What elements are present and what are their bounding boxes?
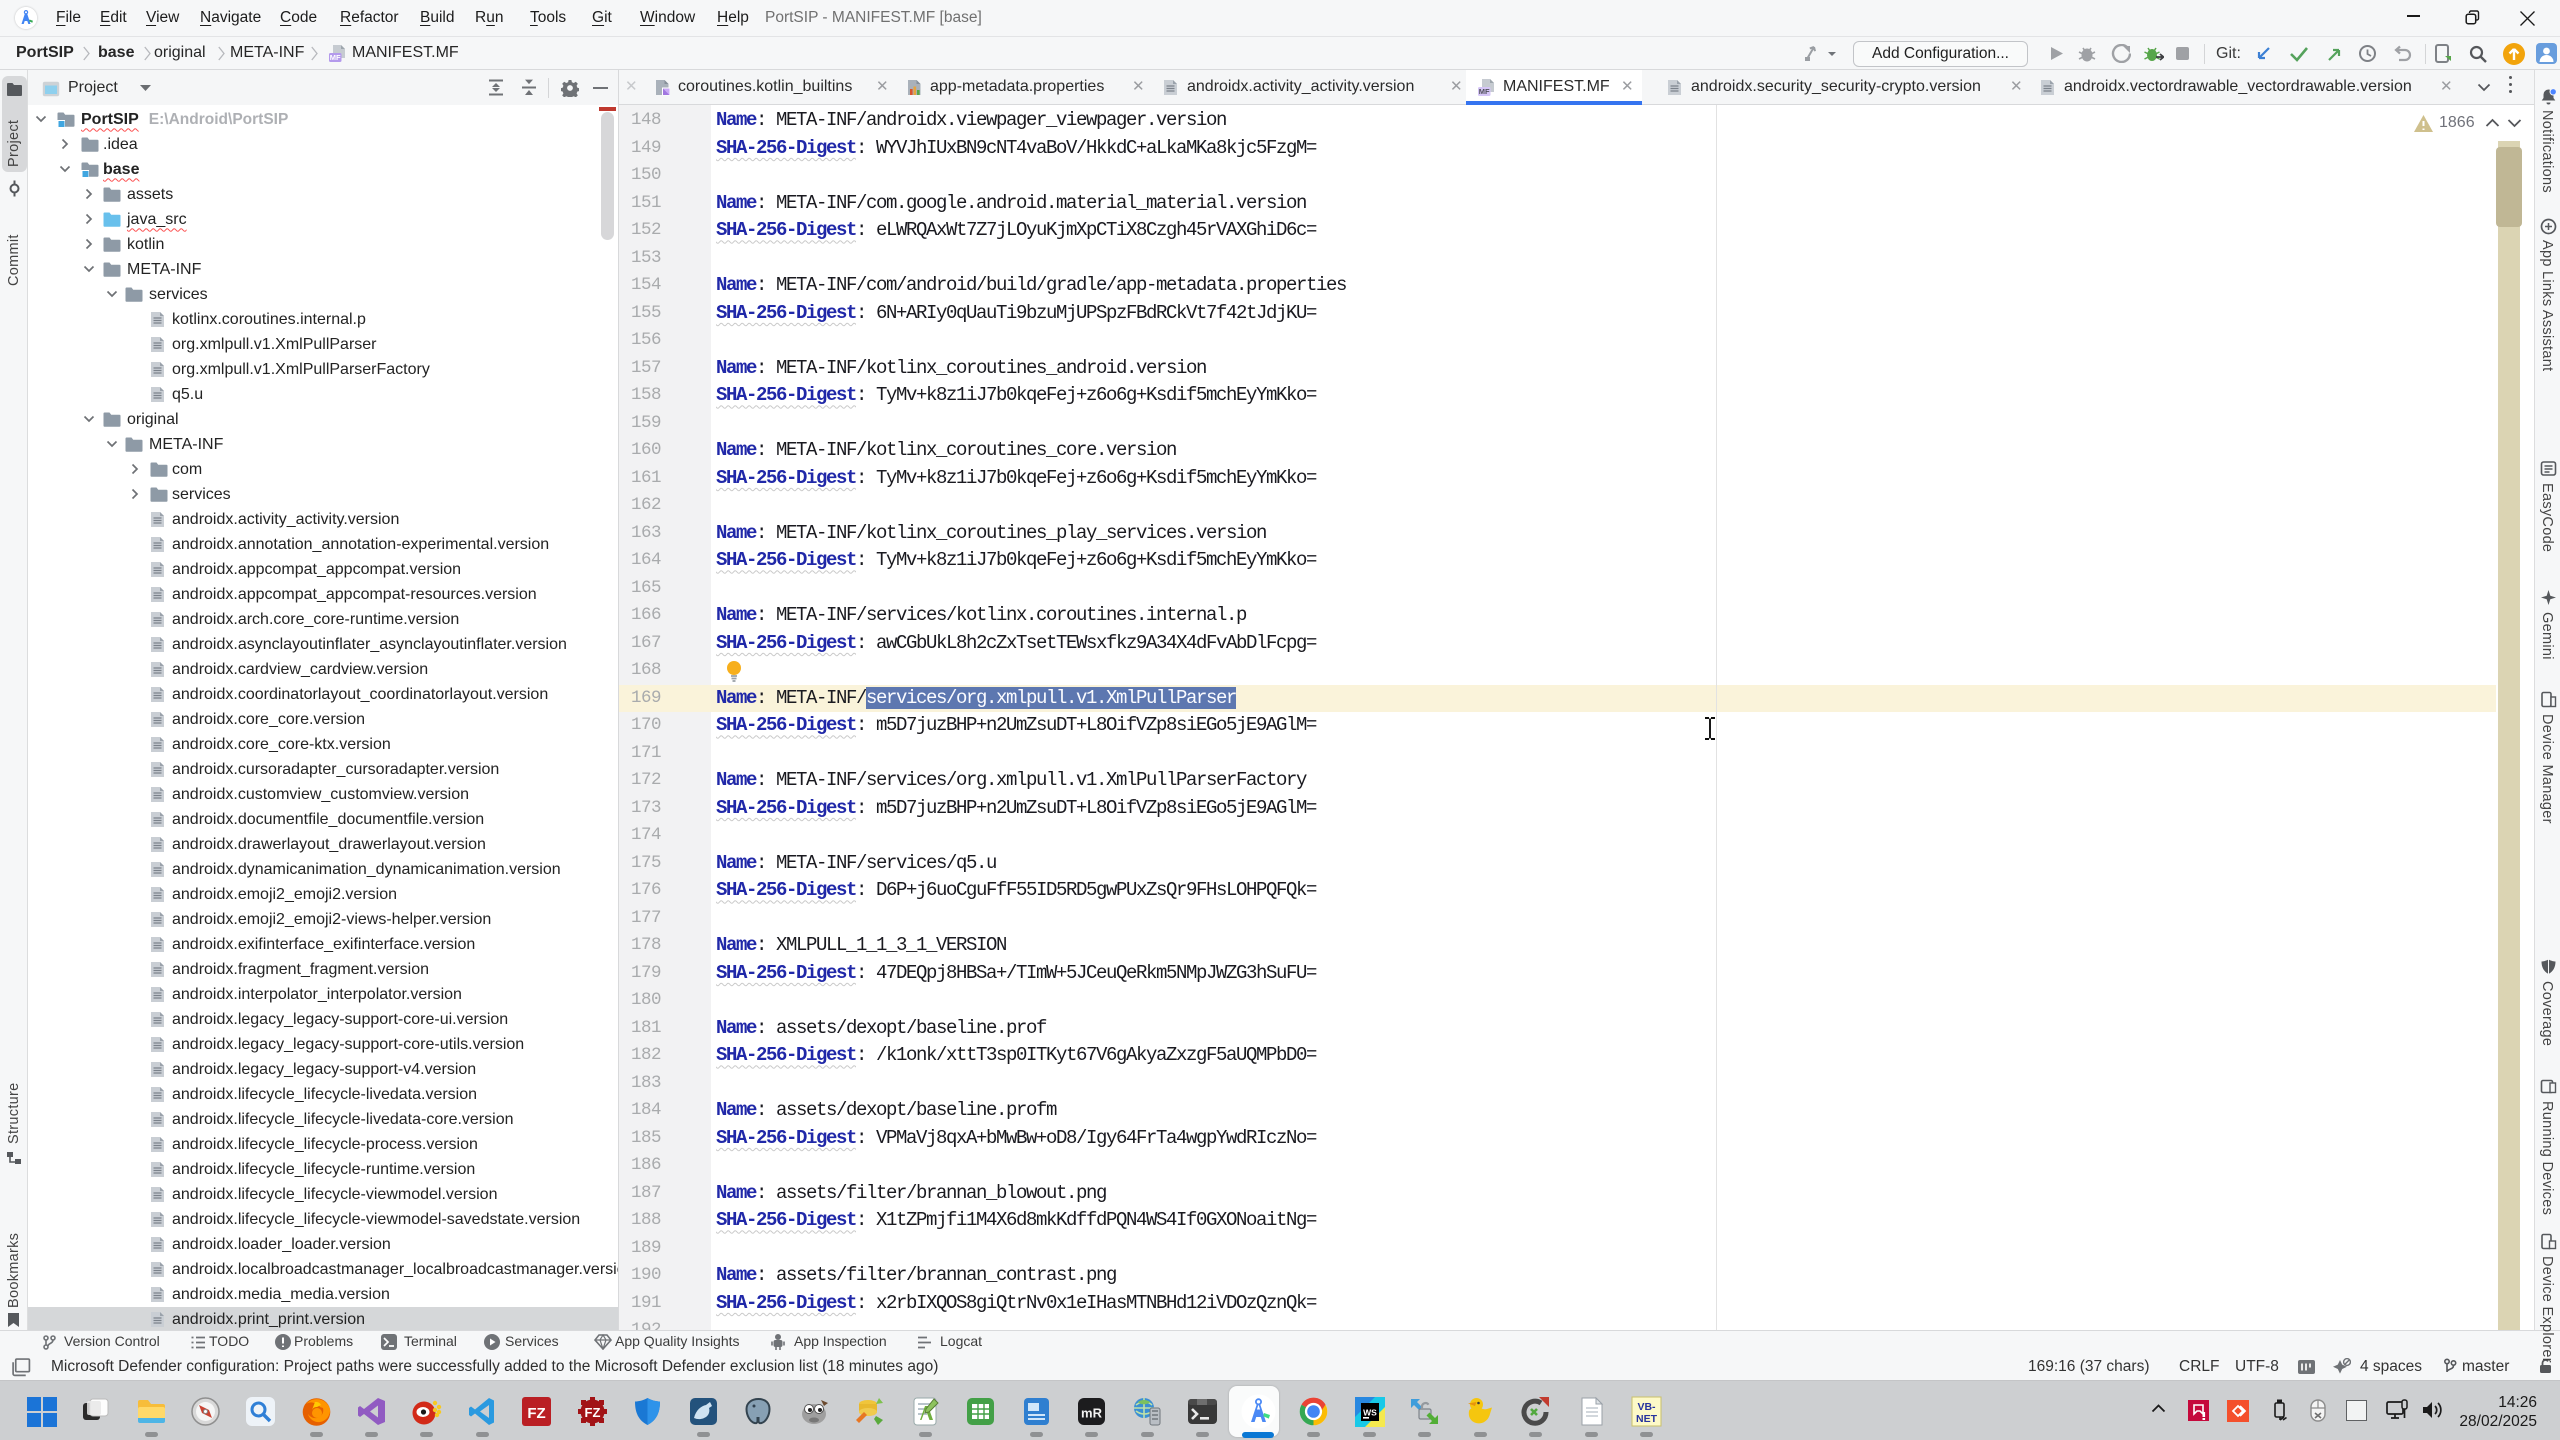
svg-text:NET: NET — [1636, 1413, 1658, 1425]
svg-text:MF: MF — [330, 53, 341, 62]
svg-text:FZ: FZ — [585, 1405, 601, 1420]
svg-text:WS: WS — [1363, 1408, 1377, 1418]
svg-text:mR: mR — [1081, 1406, 1103, 1421]
svg-text:FZ: FZ — [527, 1405, 545, 1422]
svg-text:VB-: VB- — [1637, 1401, 1656, 1413]
svg-text:MF: MF — [1479, 87, 1490, 96]
